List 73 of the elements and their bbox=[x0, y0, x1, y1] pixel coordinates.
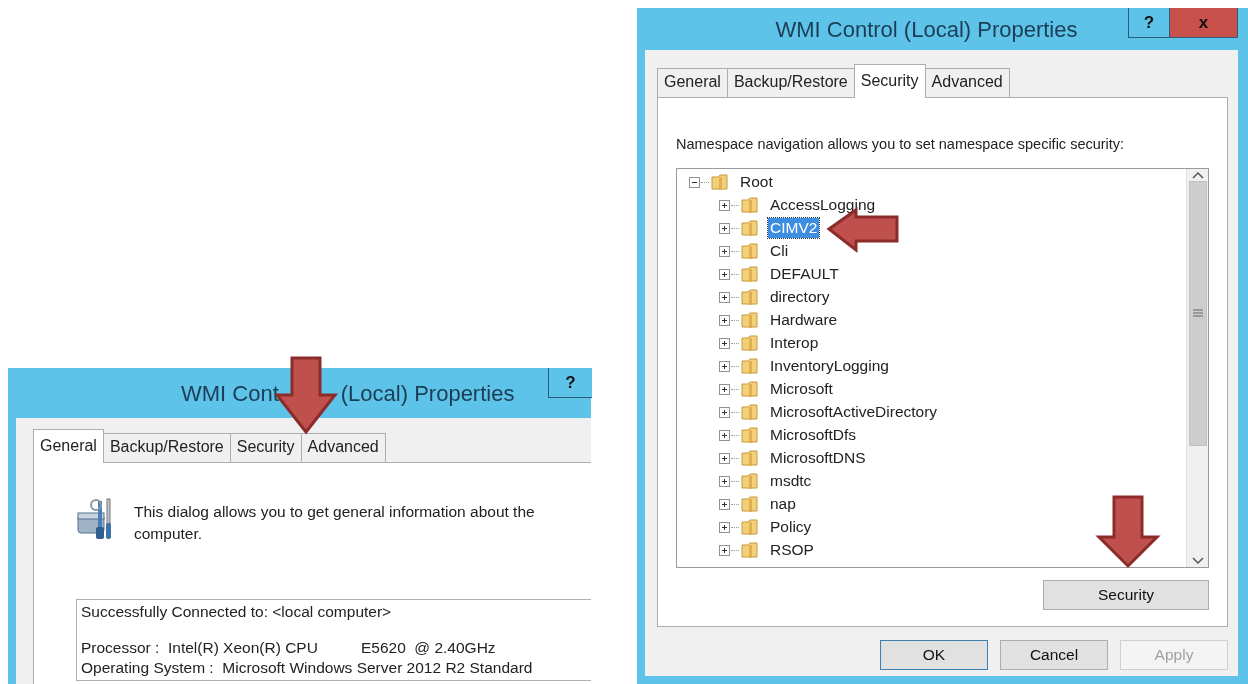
expand-icon[interactable] bbox=[719, 291, 730, 303]
info-line: Operating System : Microsoft Windows Server 2012 R2 Standard bbox=[81, 658, 534, 679]
expand-icon[interactable] bbox=[719, 452, 730, 464]
help-button[interactable]: ? bbox=[548, 368, 592, 398]
window-title: WMI Cont bbox=[181, 379, 279, 408]
description-text: This dialog allows you to get general information about the computer. bbox=[134, 502, 535, 544]
tab[interactable]: Advanced bbox=[924, 68, 1010, 97]
close-button[interactable]: x bbox=[1170, 8, 1238, 38]
folder-icon bbox=[740, 287, 760, 308]
folder-icon bbox=[740, 448, 760, 469]
folder-icon bbox=[740, 540, 760, 561]
folder-icon bbox=[740, 333, 760, 354]
tree-item[interactable]: MicrosoftDfs bbox=[768, 425, 859, 446]
expand-icon[interactable] bbox=[719, 245, 730, 257]
folder-icon bbox=[740, 241, 760, 262]
tree-item[interactable]: DEFAULT bbox=[768, 264, 841, 285]
expand-icon[interactable] bbox=[719, 406, 730, 418]
tab[interactable]: General bbox=[33, 429, 104, 463]
help-button[interactable]: ? bbox=[1128, 8, 1170, 38]
expand-icon[interactable] bbox=[719, 337, 730, 349]
expand-icon[interactable] bbox=[719, 199, 730, 211]
grip-icon bbox=[1192, 309, 1203, 318]
folder-icon bbox=[740, 379, 760, 400]
tree-item[interactable]: Interop bbox=[768, 333, 821, 354]
expand-icon[interactable] bbox=[719, 498, 730, 510]
expand-icon[interactable] bbox=[719, 360, 730, 372]
folder-icon bbox=[740, 517, 760, 538]
folder-icon bbox=[740, 356, 760, 377]
tree-item[interactable]: Microsoft bbox=[768, 379, 835, 400]
connection-text: Successfully Connected to: <local computer> bbox=[81, 602, 393, 623]
folder-icon bbox=[740, 471, 760, 492]
tree-item[interactable]: Cli bbox=[768, 241, 791, 262]
folder-icon bbox=[740, 494, 760, 515]
expand-icon[interactable] bbox=[719, 475, 730, 487]
info-line: Processor : Intel(R) Xeon(R) CPU E5620 @ 2.40GHz bbox=[81, 638, 497, 659]
expand-icon[interactable] bbox=[719, 383, 730, 395]
tree-item[interactable]: nap bbox=[768, 494, 798, 515]
tab[interactable]: General bbox=[657, 68, 728, 97]
tree-item[interactable]: directory bbox=[768, 287, 832, 308]
tab[interactable]: Security bbox=[853, 64, 926, 98]
tree-item[interactable]: MicrosoftActiveDirectory bbox=[768, 402, 940, 423]
expand-icon[interactable] bbox=[719, 314, 730, 326]
folder-icon bbox=[740, 218, 760, 239]
expand-icon[interactable] bbox=[719, 429, 730, 441]
hint-text: Namespace navigation allows you to set namespace specific security: bbox=[676, 135, 1126, 154]
folder-icon bbox=[740, 310, 760, 331]
window-title: (Local) Properties bbox=[340, 379, 515, 408]
scroll-up-icon bbox=[1191, 170, 1204, 179]
expand-icon[interactable] bbox=[719, 268, 730, 280]
expand-icon[interactable] bbox=[719, 544, 730, 556]
folder-icon bbox=[740, 264, 760, 285]
folder-icon bbox=[740, 425, 760, 446]
folder-icon bbox=[740, 195, 760, 216]
tab[interactable]: Advanced bbox=[300, 433, 386, 462]
dialog-button[interactable]: Cancel bbox=[1000, 640, 1108, 670]
tree-item[interactable]: InventoryLogging bbox=[768, 356, 891, 377]
scrollbar[interactable] bbox=[1186, 168, 1208, 567]
tree-item[interactable]: Root bbox=[738, 172, 775, 193]
expand-icon[interactable] bbox=[719, 222, 730, 234]
expand-icon[interactable] bbox=[719, 521, 730, 533]
security-button[interactable]: Security bbox=[1043, 579, 1209, 610]
collapse-icon[interactable] bbox=[689, 176, 700, 188]
tree-item[interactable]: Policy bbox=[768, 517, 814, 538]
tree-item[interactable]: Hardware bbox=[768, 310, 840, 331]
tree-item[interactable]: MicrosoftDNS bbox=[768, 448, 868, 469]
folder-icon bbox=[740, 402, 760, 423]
tree-item[interactable]: msdtc bbox=[768, 471, 814, 492]
dialog-button[interactable]: OK bbox=[880, 640, 988, 670]
window-title: WMI Control (Local) Properties bbox=[775, 15, 1078, 44]
tree-item[interactable]: AccessLogging bbox=[768, 195, 878, 216]
tree-item[interactable]: RSOP bbox=[768, 540, 816, 561]
folder-icon bbox=[710, 172, 730, 193]
scroll-down-icon bbox=[1191, 556, 1204, 565]
